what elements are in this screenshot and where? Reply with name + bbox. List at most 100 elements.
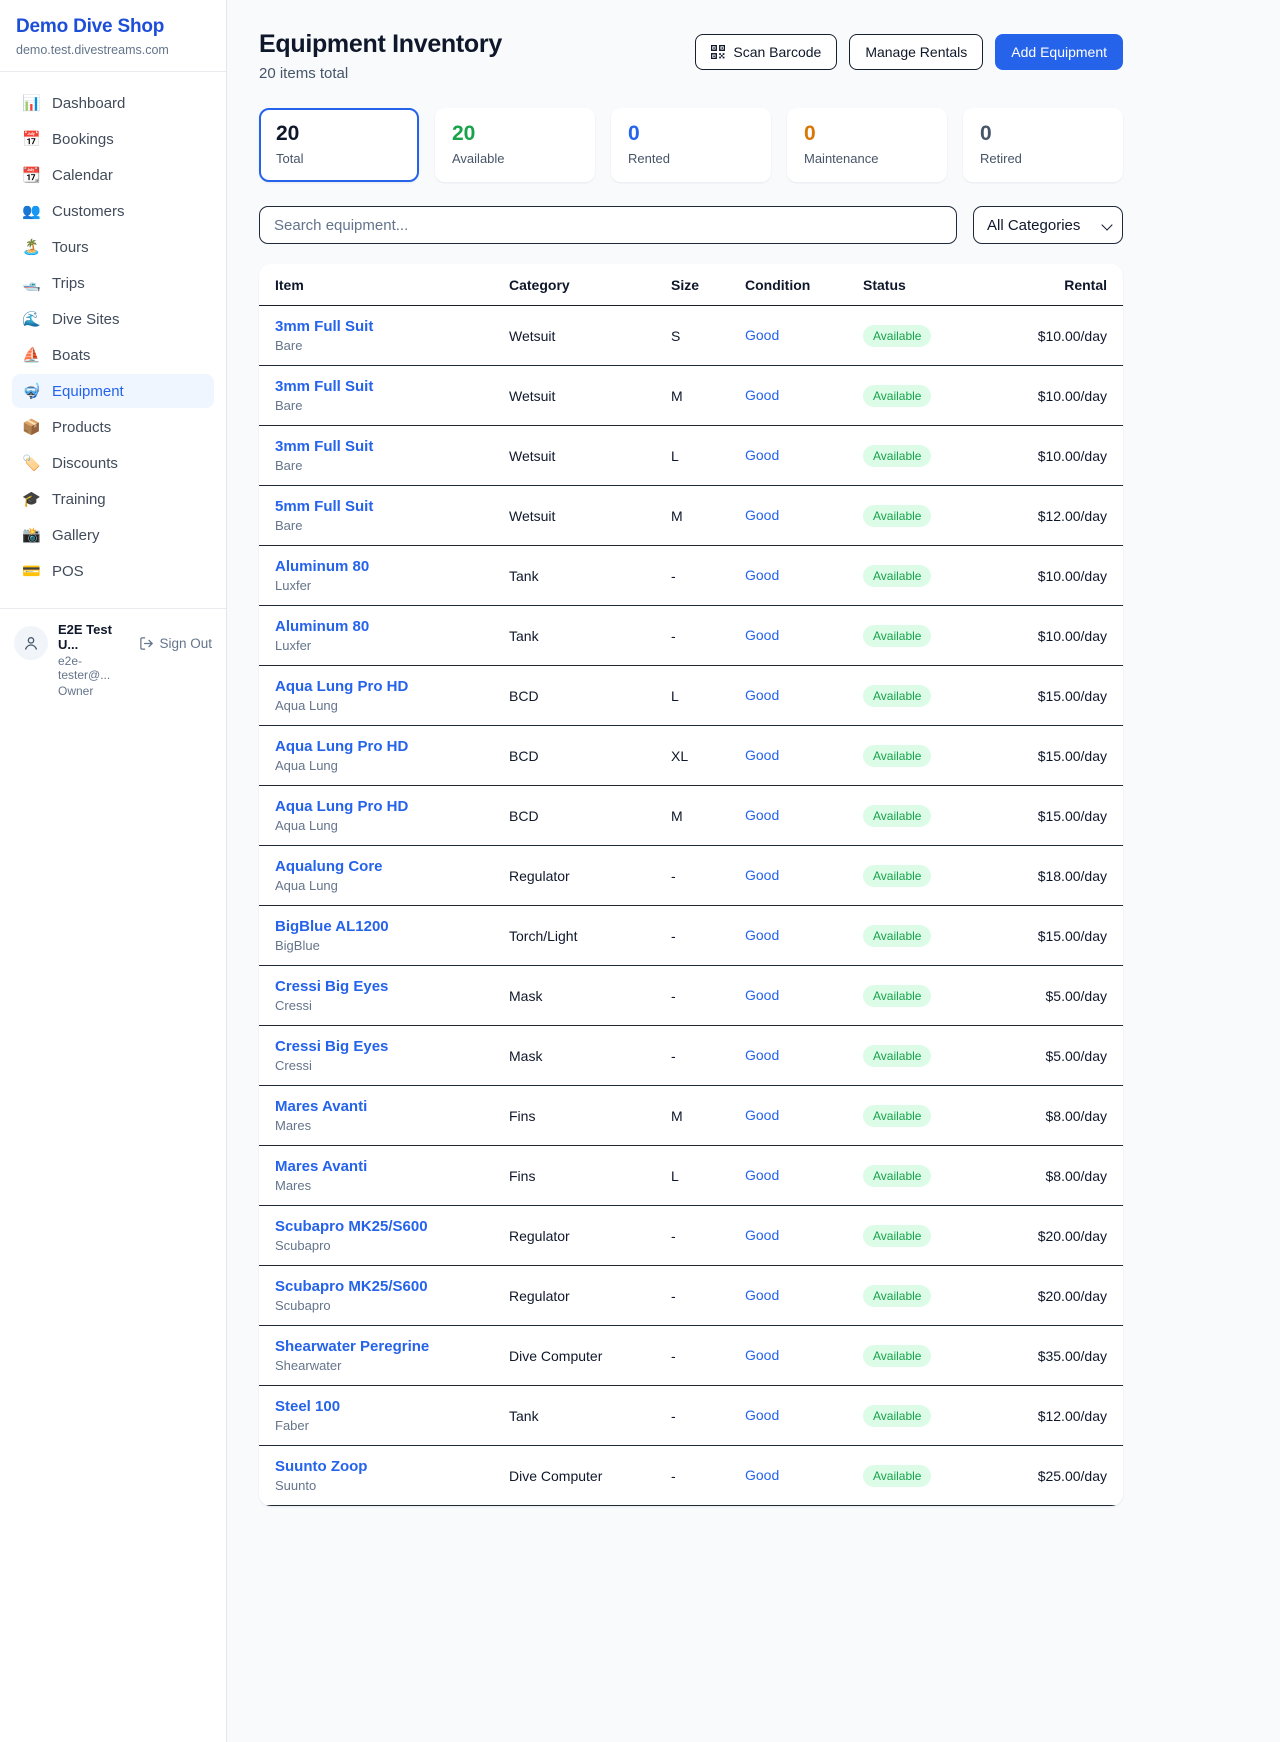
stat-card[interactable]: 20 Total [259,108,419,182]
item-name-link[interactable]: Mares Avanti [275,1098,509,1115]
status-cell: Available [863,1386,1011,1446]
item-cell: Aqualung Core Aqua Lung [259,846,509,906]
item-name-link[interactable]: Aluminum 80 [275,618,509,635]
status-cell: Available [863,306,1011,366]
item-name-link[interactable]: 5mm Full Suit [275,498,509,515]
user-role: Owner [58,684,129,698]
condition-link[interactable]: Good [745,627,779,643]
nav-item-icon: 🌊 [22,310,40,328]
scan-barcode-button[interactable]: Scan Barcode [695,34,837,70]
item-name-link[interactable]: Steel 100 [275,1398,509,1415]
item-cell: Steel 100 Faber [259,1386,509,1446]
item-name-link[interactable]: Aqua Lung Pro HD [275,678,509,695]
item-name-link[interactable]: 3mm Full Suit [275,378,509,395]
item-brand: Cressi [275,1058,509,1073]
rental-cell: $12.00/day [1011,486,1123,546]
sidebar-item[interactable]: 🏷️ Discounts [12,446,214,480]
sidebar-item[interactable]: ⛵ Boats [12,338,214,372]
condition-link[interactable]: Good [745,507,779,523]
condition-link[interactable]: Good [745,1047,779,1063]
page-title: Equipment Inventory [259,30,502,59]
condition-link[interactable]: Good [745,867,779,883]
condition-link[interactable]: Good [745,1227,779,1243]
item-name-link[interactable]: Aqua Lung Pro HD [275,738,509,755]
item-name-link[interactable]: Shearwater Peregrine [275,1338,509,1355]
condition-link[interactable]: Good [745,387,779,403]
sidebar-item[interactable]: 🤿 Equipment [12,374,214,408]
condition-link[interactable]: Good [745,1407,779,1423]
condition-link[interactable]: Good [745,1287,779,1303]
stat-cards: 20 Total 20 Available 0 Rented 0 Mainten… [259,108,1123,182]
condition-link[interactable]: Good [745,687,779,703]
search-input[interactable] [259,206,957,244]
manage-rentals-button[interactable]: Manage Rentals [849,34,983,70]
size-cell: - [671,966,745,1026]
sidebar-item[interactable]: 📊 Dashboard [12,86,214,120]
table-row: 3mm Full Suit Bare Wetsuit S Good Availa… [259,306,1123,366]
category-cell: Fins [509,1146,671,1206]
item-name-link[interactable]: Scubapro MK25/S600 [275,1278,509,1295]
add-equipment-button[interactable]: Add Equipment [995,34,1123,70]
item-name-link[interactable]: Mares Avanti [275,1158,509,1175]
status-cell: Available [863,846,1011,906]
stat-card[interactable]: 0 Retired [963,108,1123,182]
scan-barcode-label: Scan Barcode [733,44,821,60]
condition-link[interactable]: Good [745,987,779,1003]
item-name-link[interactable]: BigBlue AL1200 [275,918,509,935]
item-name-link[interactable]: Aqua Lung Pro HD [275,798,509,815]
rental-cell: $15.00/day [1011,726,1123,786]
item-brand: Bare [275,458,509,473]
sidebar-nav: 📊 Dashboard 📅 Bookings 📆 Calendar 👥 Cust… [0,72,226,590]
item-name-link[interactable]: Aluminum 80 [275,558,509,575]
sign-out-button[interactable]: Sign Out [139,636,212,651]
condition-link[interactable]: Good [745,807,779,823]
sidebar-item[interactable]: 🌊 Dive Sites [12,302,214,336]
stat-value: 0 [980,122,1106,146]
category-select[interactable]: All Categories [973,206,1123,244]
condition-link[interactable]: Good [745,327,779,343]
condition-link[interactable]: Good [745,567,779,583]
sidebar-item[interactable]: 📦 Products [12,410,214,444]
sidebar-item[interactable]: 🎓 Training [12,482,214,516]
size-cell: - [671,1326,745,1386]
item-name-link[interactable]: Cressi Big Eyes [275,978,509,995]
condition-link[interactable]: Good [745,1347,779,1363]
item-name-link[interactable]: Cressi Big Eyes [275,1038,509,1055]
condition-link[interactable]: Good [745,1167,779,1183]
column-header-size: Size [671,264,745,306]
item-name-link[interactable]: Aqualung Core [275,858,509,875]
item-name-link[interactable]: Scubapro MK25/S600 [275,1218,509,1235]
stat-card[interactable]: 20 Available [435,108,595,182]
item-cell: Aluminum 80 Luxfer [259,546,509,606]
size-cell: - [671,1446,745,1506]
status-badge: Available [863,445,931,467]
main-content: Equipment Inventory 20 items total [227,0,1280,1538]
condition-link[interactable]: Good [745,747,779,763]
category-cell: Wetsuit [509,306,671,366]
item-cell: 5mm Full Suit Bare [259,486,509,546]
stat-label: Available [452,151,578,166]
condition-link[interactable]: Good [745,1467,779,1483]
sidebar-item[interactable]: 💳 POS [12,554,214,588]
status-badge: Available [863,925,931,947]
stat-card[interactable]: 0 Rented [611,108,771,182]
table-row: Aluminum 80 Luxfer Tank - Good Available [259,546,1123,606]
stat-card[interactable]: 0 Maintenance [787,108,947,182]
item-name-link[interactable]: Suunto Zoop [275,1458,509,1475]
sidebar-item[interactable]: 👥 Customers [12,194,214,228]
manage-rentals-label: Manage Rentals [865,44,967,60]
item-name-link[interactable]: 3mm Full Suit [275,318,509,335]
sidebar-item[interactable]: 📆 Calendar [12,158,214,192]
nav-item-icon: 💳 [22,562,40,580]
condition-link[interactable]: Good [745,447,779,463]
condition-link[interactable]: Good [745,1107,779,1123]
sidebar-item[interactable]: 📸 Gallery [12,518,214,552]
item-name-link[interactable]: 3mm Full Suit [275,438,509,455]
rental-cell: $10.00/day [1011,426,1123,486]
rental-cell: $15.00/day [1011,666,1123,726]
sidebar-item[interactable]: 🛥️ Trips [12,266,214,300]
sidebar-item[interactable]: 🏝️ Tours [12,230,214,264]
rental-cell: $10.00/day [1011,546,1123,606]
sidebar-item[interactable]: 📅 Bookings [12,122,214,156]
condition-link[interactable]: Good [745,927,779,943]
